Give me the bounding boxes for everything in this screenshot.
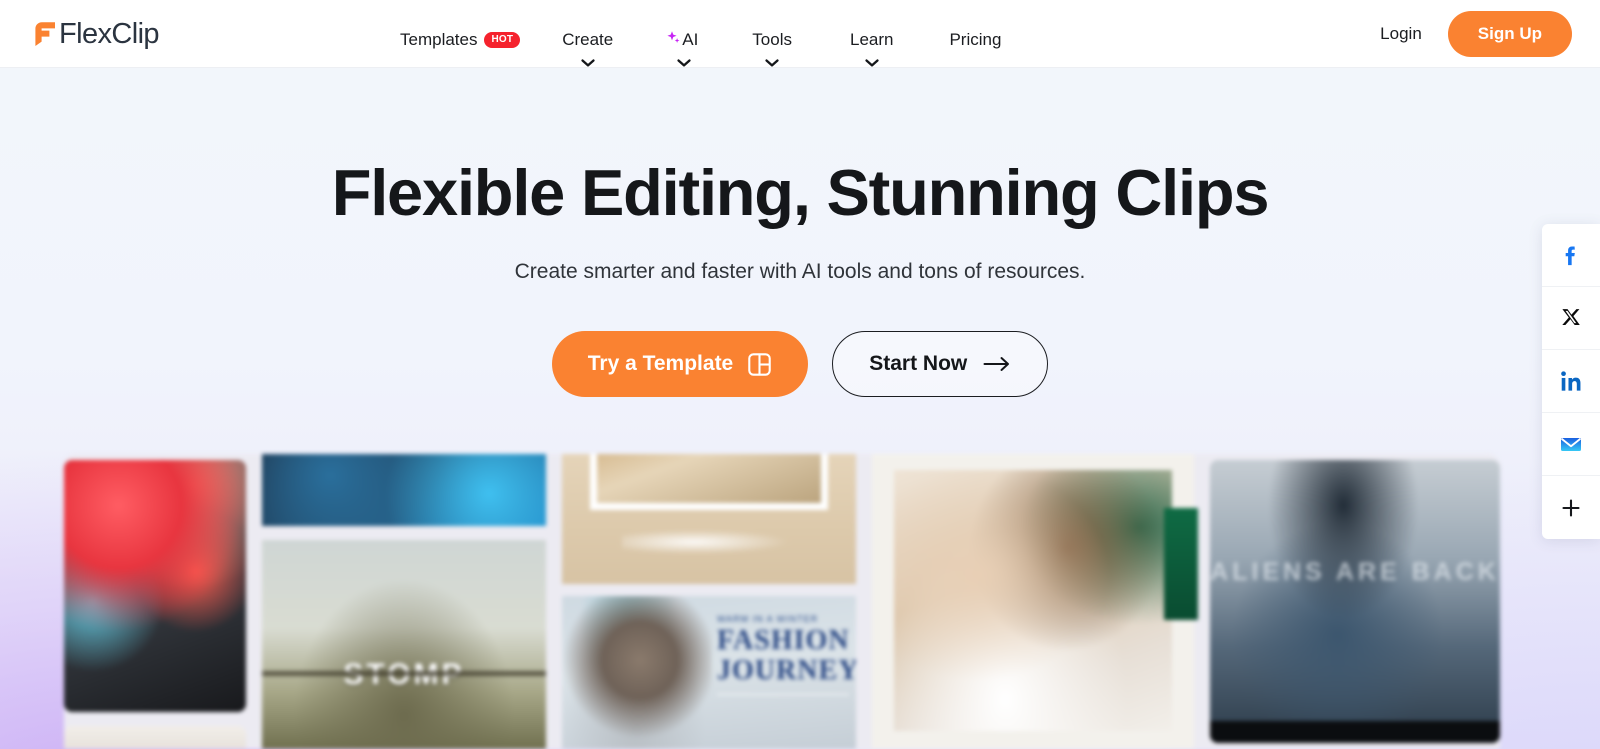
stomp-rule xyxy=(262,671,546,676)
gallery-tile-stomp-sport-clip[interactable]: STOMP xyxy=(262,540,546,749)
sparkle-icon xyxy=(667,31,680,43)
nav-item-tools[interactable]: Tools xyxy=(752,0,792,67)
social-email-button[interactable] xyxy=(1542,413,1600,476)
gallery-tile-couple-wedding-clip[interactable] xyxy=(872,454,1194,749)
gallery-tile-fashion-journey-clip[interactable]: WARM IN A WINTER FASHION JOURNEY xyxy=(562,596,856,749)
template-layout-icon xyxy=(748,352,772,376)
hero-subtitle: Create smarter and faster with AI tools … xyxy=(514,260,1086,283)
gallery-tile-wedding-photo-frame[interactable] xyxy=(562,454,856,584)
plus-icon xyxy=(1562,498,1580,517)
template-gallery[interactable]: STOMP WARM IN A WINTER FASHIONJOURNEY AL… xyxy=(64,454,1500,749)
chevron-down-icon xyxy=(677,59,692,67)
social-linkedin-button[interactable] xyxy=(1542,350,1600,413)
flexclip-f-logo-icon xyxy=(35,22,55,46)
facebook-icon xyxy=(1565,246,1575,266)
nav-item-label: Pricing xyxy=(949,30,1002,49)
login-link[interactable]: Login xyxy=(1372,18,1430,50)
fashion-model xyxy=(562,596,712,749)
nav-item-learn[interactable]: Learn xyxy=(849,0,894,67)
nav-item-templates[interactable]: Templates HOT xyxy=(400,0,521,60)
x-twitter-icon xyxy=(1562,309,1580,326)
chevron-down-icon xyxy=(581,59,595,67)
nav-item-pricing[interactable]: Pricing xyxy=(949,0,1001,60)
gallery-tile-ocean-blue-clip[interactable] xyxy=(262,454,546,526)
gallery-tile-caption: ALIENS ARE BACK xyxy=(1210,558,1500,586)
social-x-button[interactable] xyxy=(1542,287,1600,350)
chevron-down-icon xyxy=(765,59,779,67)
hot-badge: HOT xyxy=(484,32,521,48)
nav-item-label: Create xyxy=(562,30,614,49)
site-header: FlexClip Templates HOT Create AI Tools L… xyxy=(0,0,1600,68)
nav-item-create[interactable]: Create xyxy=(562,0,614,67)
social-more-button[interactable] xyxy=(1542,476,1600,539)
try-a-template-button[interactable]: Try a Template xyxy=(551,331,809,397)
fashion-rule xyxy=(717,694,849,695)
aliens-letterbox xyxy=(1210,721,1500,743)
hero-cta-row: Try a Template Start Now xyxy=(0,331,1600,397)
linkedin-icon xyxy=(1560,370,1580,391)
arrow-right-icon xyxy=(983,357,1010,371)
chevron-down-icon xyxy=(865,59,879,67)
signup-button[interactable]: Sign Up xyxy=(1447,11,1572,57)
start-now-button[interactable]: Start Now xyxy=(832,331,1049,397)
gallery-tile-fitness-app-phone[interactable] xyxy=(64,460,246,712)
fashion-kicker: WARM IN A WINTER xyxy=(717,614,819,624)
nav-item-ai[interactable]: AI xyxy=(665,0,698,67)
email-icon xyxy=(1561,438,1581,451)
start-now-label: Start Now xyxy=(869,352,968,375)
couple-photo xyxy=(894,470,1172,731)
gallery-tile-fitness-app-phone-bottom[interactable] xyxy=(64,726,246,749)
nav-item-ai-text: AI xyxy=(682,30,699,49)
logo-text: FlexClip xyxy=(59,18,160,50)
main-nav: Templates HOT Create AI Tools Learn Pric… xyxy=(400,0,1001,68)
nav-item-label: Templates xyxy=(400,30,478,49)
fashion-title: FASHION JOURNEY xyxy=(717,625,856,686)
logo[interactable]: FlexClip xyxy=(30,14,160,54)
header-actions: Login Sign Up xyxy=(1372,0,1572,68)
nav-item-label: Learn xyxy=(849,30,894,49)
social-facebook-button[interactable] xyxy=(1542,224,1600,287)
wedding-script-text xyxy=(622,528,802,556)
page-title: Flexible Editing, Stunning Clips xyxy=(331,156,1270,229)
nav-item-label: AI xyxy=(665,30,698,50)
nav-item-label: Tools xyxy=(752,30,792,49)
hero-section: Flexible Editing, Stunning Clips Create … xyxy=(0,68,1600,397)
try-a-template-label: Try a Template xyxy=(587,352,734,375)
gallery-tile-aliens-are-back-clip[interactable]: ALIENS ARE BACK xyxy=(1210,460,1500,743)
wedding-inner-photo xyxy=(590,454,828,510)
social-share-rail xyxy=(1542,224,1600,539)
page-root: STOMP WARM IN A WINTER FASHIONJOURNEY AL… xyxy=(0,0,1600,749)
gallery-tile-green-sliver[interactable] xyxy=(1164,508,1198,620)
